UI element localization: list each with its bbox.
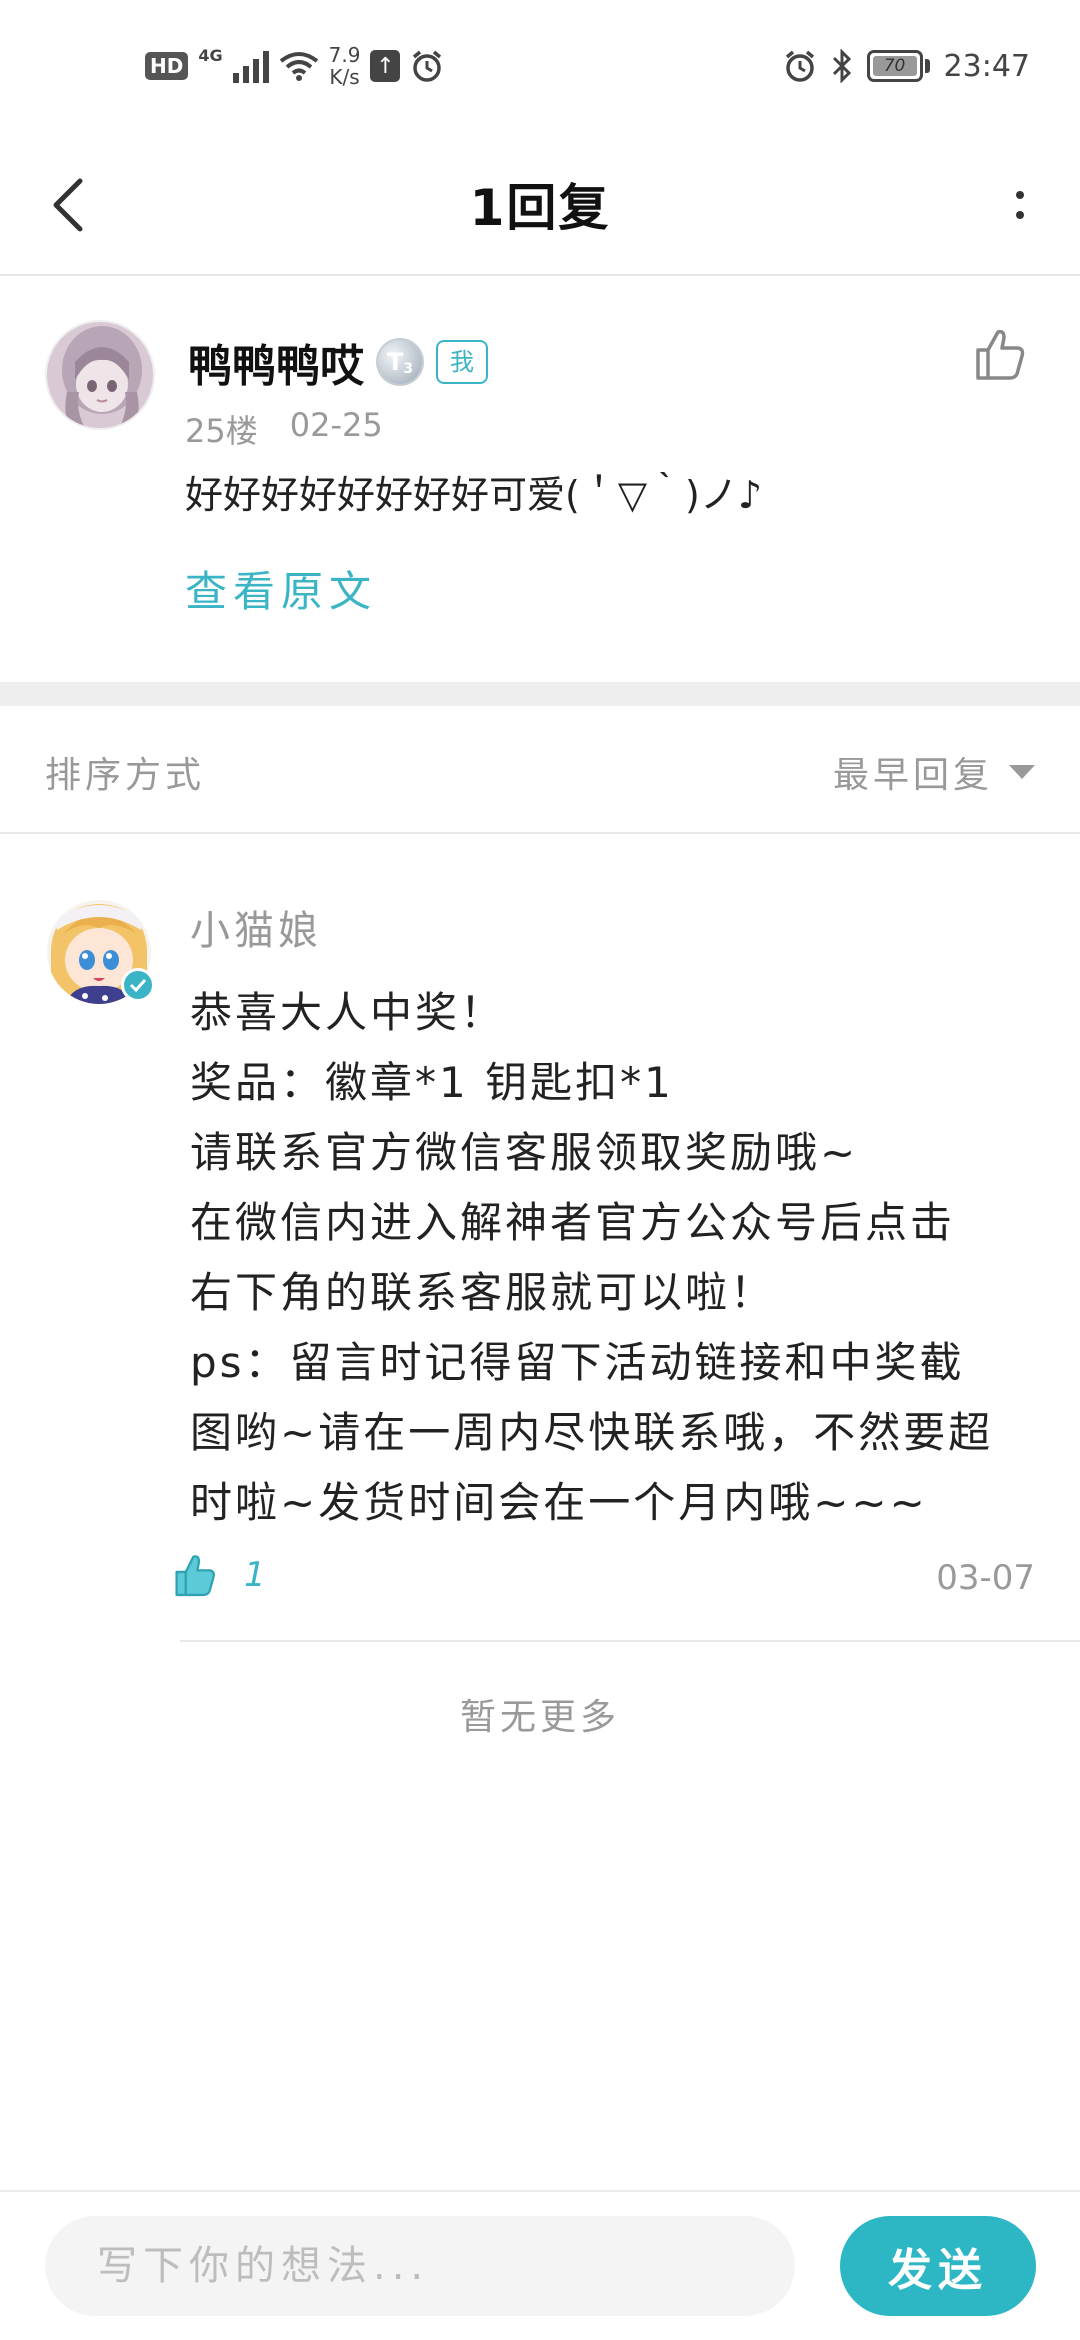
floor-number: 25楼 [185,412,258,450]
sort-dropdown[interactable]: 最早回复 [833,746,1035,798]
more-button[interactable] [1000,170,1040,240]
verified-badge-icon [121,968,155,1002]
section-divider [0,682,1080,706]
reply-author-name[interactable]: 小猫娘 [190,898,322,956]
alarm-icon [783,49,817,83]
network-type: 4G [198,46,223,65]
bluetooth-icon [831,49,853,83]
vertical-dots-icon [1016,191,1024,199]
sort-label: 排序方式 [45,755,206,796]
thumbs-up-filled-icon [175,1555,215,1597]
post-meta: 25楼 02-25 [185,406,383,452]
speed-unit: K/s [329,65,360,89]
comment-input[interactable] [45,2216,795,2316]
reply-line: 恭喜大人中奖！ [190,988,506,1037]
reply-line: 时啦~发货时间会在一个月内哦~~~ [190,1478,928,1527]
hd-badge: HD [145,52,189,80]
like-button[interactable] [970,324,1030,384]
top-nav-bar: 1回复 [0,130,1080,276]
speed-value: 7.9 [328,43,361,67]
post-author-name[interactable]: 鸭鸭鸭哎 [188,330,364,394]
reply-line: 奖品：徽章*1 钥匙扣*1 [190,1058,674,1107]
sort-row: 排序方式 最早回复 [0,706,1080,834]
sort-selected: 最早回复 [832,755,993,796]
wifi-icon [279,50,319,82]
reply-like-button[interactable]: 1 [172,1552,266,1598]
reply-line: ps：留言时记得留下活动链接和中奖截 [190,1338,965,1387]
view-original-link[interactable]: 查看原文 [185,558,377,619]
reply-line: 图哟~请在一周内尽快联系哦，不然要超 [190,1408,994,1457]
original-post: 鸭鸭鸭哎 T3 我 25楼 02-25 好好好好好好好好可爱(＇▽｀)ノ♪ 查看… [0,278,1080,682]
thumbs-up-icon [976,329,1025,380]
reply-item: 小猫娘 恭喜大人中奖！ 奖品：徽章*1 钥匙扣*1 请联系官方微信客服领取奖励哦… [0,836,1080,1642]
triangle-down-icon [1009,765,1035,779]
reply-line: 在微信内进入解神者官方公众号后点击 [190,1198,956,1247]
author-row: 鸭鸭鸭哎 T3 我 [188,330,488,394]
send-button[interactable]: 发送 [840,2216,1036,2316]
battery-level: 70 [872,56,917,76]
me-tag: 我 [436,340,488,384]
reply-line: 请联系官方微信客服领取奖励哦~ [190,1128,859,1177]
status-right: 70 23:47 [783,38,1030,94]
reply-date: 03-07 [936,1558,1035,1598]
alarm-icon [410,49,444,83]
reply-divider [180,1640,1080,1642]
no-more-text: 暂无更多 [459,1697,620,1738]
signal-icon [232,49,269,83]
post-content: 好好好好好好好好可爱(＇▽｀)ノ♪ [185,473,763,517]
network-speed: 7.9 K/s [329,44,361,88]
post-date: 02-25 [289,406,383,444]
page-title: 1回复 [469,179,611,237]
upload-icon: ↑ [370,50,401,82]
reply-line: 右下角的联系客服就可以啦！ [190,1268,776,1317]
status-bar: HD 4G 7.9 K/s ↑ 70 23:47 [0,0,1080,130]
comment-bar: 发送 [0,2190,1080,2340]
battery-icon: 70 [866,50,930,82]
avatar[interactable] [45,320,155,430]
level-badge: T3 [376,338,424,386]
status-left: HD 4G 7.9 K/s ↑ [145,38,444,94]
reply-content: 恭喜大人中奖！ 奖品：徽章*1 钥匙扣*1 请联系官方微信客服领取奖励哦~ 在微… [190,978,1050,1538]
avatar[interactable] [45,898,155,1006]
like-count: 1 [244,1555,266,1595]
clock: 23:47 [943,48,1030,84]
